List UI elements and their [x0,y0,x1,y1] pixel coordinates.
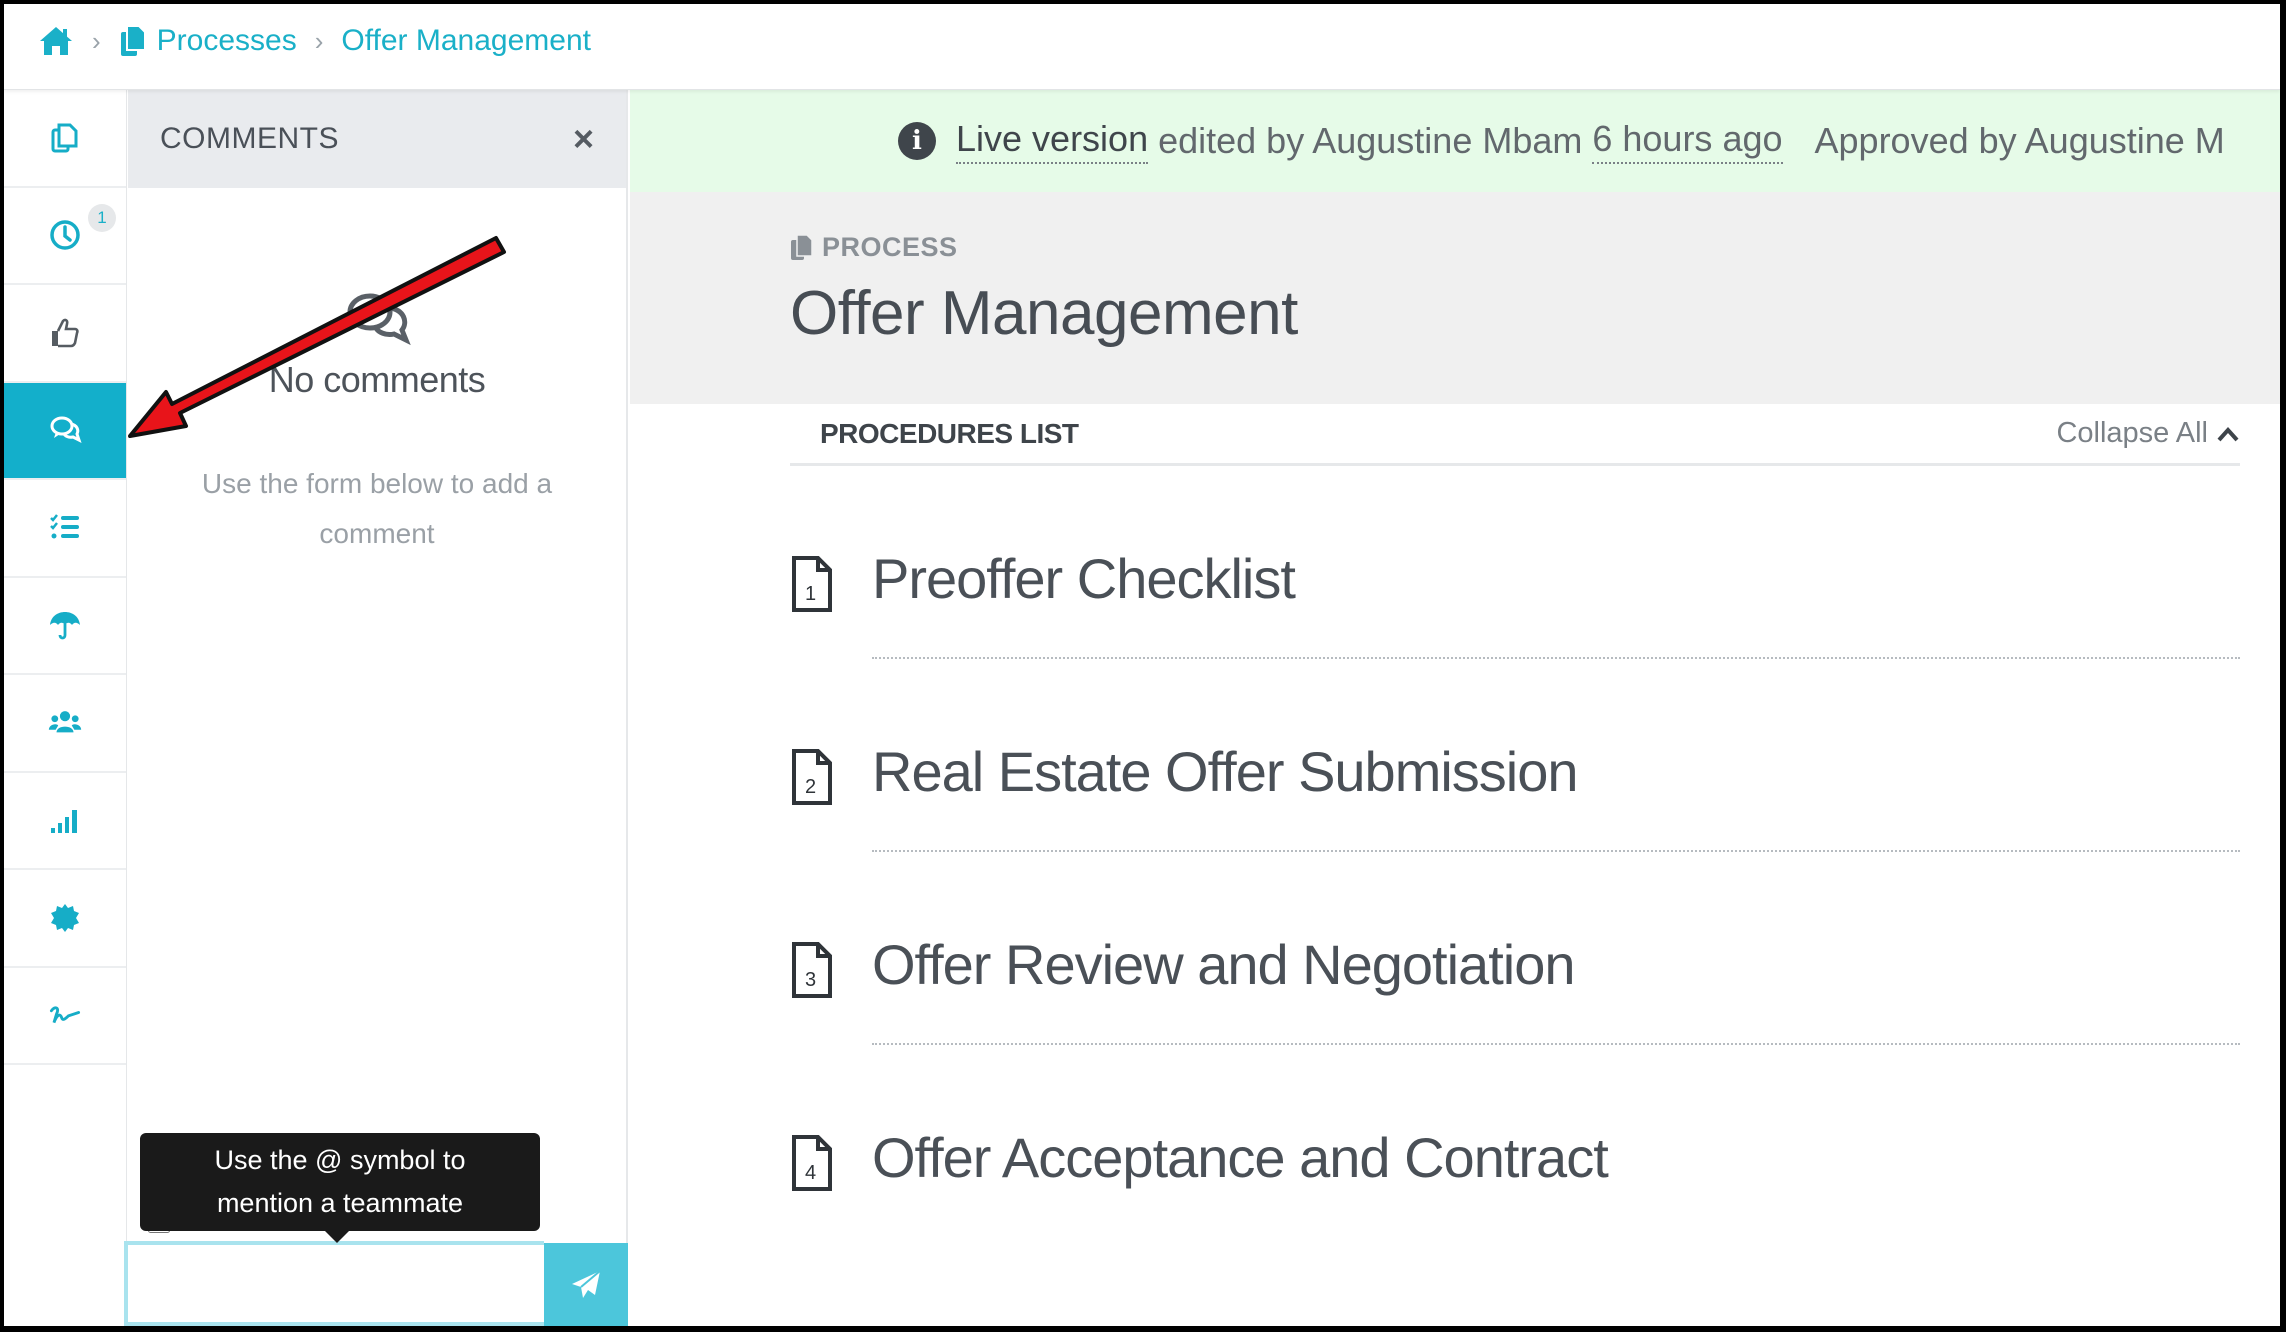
app-window: › Processes › Offer Management 1 COMMENT… [4,4,2280,1326]
procedure-name[interactable]: Offer Acceptance and Contract [872,1125,1609,1190]
comments-panel-header: COMMENTS × [128,90,626,188]
rail-item-coverage[interactable] [4,578,126,675]
edited-time[interactable]: 6 hours ago [1592,118,1783,164]
send-comment-button[interactable] [544,1243,628,1326]
no-comments-hint: Use the form below to add a comment [201,468,553,549]
rail-item-approvals[interactable] [4,285,126,383]
procedure-number: 3 [805,969,816,991]
collapse-all-label: Collapse All [2056,417,2208,449]
mention-tooltip: Use the @ symbol to mention a teammate [140,1133,540,1243]
procedures-list: PROCEDURES LIST Collapse All 1 Preoffer … [790,404,2240,1238]
signature-icon [49,1006,81,1024]
thumbs-up-icon [52,318,79,348]
procedure-number: 4 [805,1162,816,1184]
history-badge: 1 [88,203,116,232]
rail-item-badges[interactable] [4,870,126,968]
process-kicker-label: PROCESS [822,232,958,262]
tooltip-line-2: mention a teammate [216,1188,464,1218]
procedure-item[interactable]: 1 Preoffer Checklist [790,466,2240,659]
process-kicker: PROCESS [790,232,958,263]
breadcrumb-processes[interactable]: Processes [157,24,297,58]
top-bar: › Processes › Offer Management [4,4,2280,90]
close-comments-button[interactable]: × [573,118,594,160]
comments-icon [342,288,412,353]
rail-item-history[interactable]: 1 [4,188,126,285]
live-version-link[interactable]: Live version [956,118,1149,164]
breadcrumb-separator: › [92,25,101,56]
tooltip-line-1: Use the @ symbol to [214,1145,466,1175]
procedures-list-header: PROCEDURES LIST Collapse All [790,404,2240,466]
clock-icon [50,220,80,250]
procedure-number: 2 [805,776,816,798]
comment-input[interactable] [124,1241,544,1326]
document-icon: 4 [792,1135,832,1191]
collapse-all-button[interactable]: Collapse All [2056,417,2240,450]
icon-rail: 1 [4,90,127,1318]
breadcrumb: › Processes › Offer Management [38,24,591,58]
document-icon: 1 [792,556,832,612]
procedure-item[interactable]: 3 Offer Review and Negotiation [790,852,2240,1045]
certificate-icon [51,903,79,932]
procedure-number: 1 [805,583,816,605]
procedure-name[interactable]: Real Estate Offer Submission [872,739,1579,804]
copy-icon [119,24,147,58]
document-icon: 2 [792,749,832,805]
procedure-item[interactable]: 4 Offer Acceptance and Contract [790,1045,2240,1238]
rail-item-copy[interactable] [4,90,126,188]
procedure-name[interactable]: Preoffer Checklist [872,546,1296,611]
home-icon[interactable] [38,25,74,57]
process-title: Offer Management [790,279,1298,348]
umbrella-icon [50,612,80,640]
chevron-up-icon [2217,426,2239,441]
procedures-list-title: PROCEDURES LIST [820,417,1079,449]
rail-item-comments[interactable] [4,382,126,480]
main-content: i Live version edited by Augustine Mbam … [630,90,2280,1318]
comments-panel: COMMENTS × No comments Use the form belo… [124,90,628,1326]
checklist-icon [50,513,79,539]
rail-item-signature[interactable] [4,968,126,1065]
breadcrumb-separator: › [314,25,324,56]
breadcrumb-offer-management[interactable]: Offer Management [341,24,591,58]
procedure-name[interactable]: Offer Review and Negotiation [872,932,1575,997]
comments-empty-state: No comments Use the form below to add a … [128,288,626,559]
document-icon: 3 [792,942,832,998]
copy-icon [791,233,813,260]
approved-by-text: Approved by Augustine M [1814,120,2225,161]
version-banner: i Live version edited by Augustine Mbam … [630,90,2280,192]
info-icon: i [898,122,936,160]
rail-item-team[interactable] [4,675,126,773]
no-comments-text: No comments [268,359,486,400]
rail-item-analytics[interactable] [4,773,126,870]
users-icon [48,710,82,733]
paper-plane-icon [572,1269,601,1298]
copy-icon [51,123,78,153]
comments-title: COMMENTS [160,122,339,155]
procedure-item[interactable]: 2 Real Estate Offer Submission [790,659,2240,852]
comments-icon [50,416,82,444]
edited-by-text: edited by Augustine Mbam [1158,120,1583,161]
signal-bars-icon [51,810,77,834]
rail-item-checklist[interactable] [4,480,126,578]
process-header: PROCESS Offer Management [630,192,2280,404]
